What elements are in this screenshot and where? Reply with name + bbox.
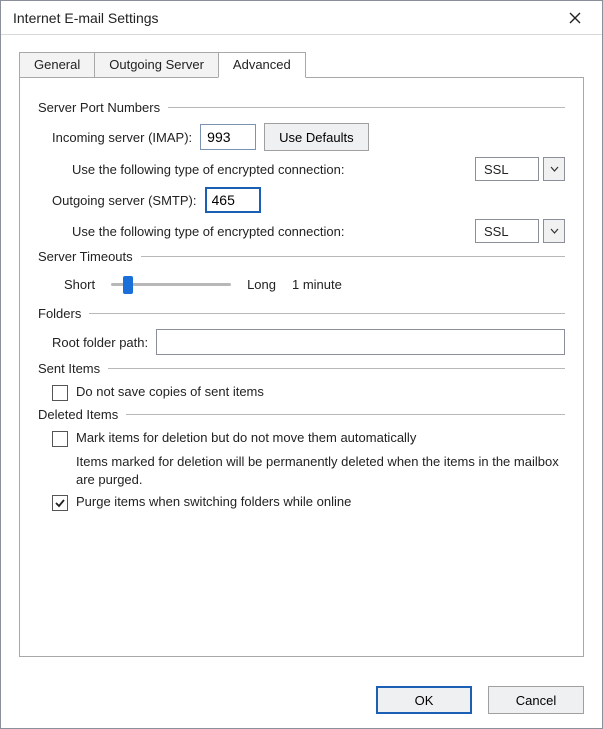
- tab-advanced[interactable]: Advanced: [218, 52, 306, 78]
- divider: [108, 368, 565, 369]
- outgoing-encryption-dropdown-button[interactable]: [543, 219, 565, 243]
- incoming-server-label: Incoming server (IMAP):: [52, 130, 192, 145]
- group-sent-items: Sent Items: [38, 361, 565, 376]
- timeout-short-label: Short: [64, 277, 95, 292]
- ok-button[interactable]: OK: [376, 686, 472, 714]
- group-server-port-numbers: Server Port Numbers: [38, 100, 565, 115]
- outgoing-encryption-select[interactable]: SSL: [475, 219, 565, 243]
- incoming-encryption-row: Use the following type of encrypted conn…: [72, 157, 565, 181]
- tab-general[interactable]: General: [19, 52, 95, 77]
- mark-for-deletion-row: Mark items for deletion but do not move …: [52, 430, 565, 447]
- window-title: Internet E-mail Settings: [13, 10, 159, 26]
- cancel-button[interactable]: Cancel: [488, 686, 584, 714]
- group-label: Folders: [38, 306, 89, 321]
- group-server-timeouts: Server Timeouts: [38, 249, 565, 264]
- tab-panel-advanced: Server Port Numbers Incoming server (IMA…: [19, 77, 584, 657]
- timeout-slider[interactable]: [111, 272, 231, 296]
- do-not-save-row: Do not save copies of sent items: [52, 384, 565, 401]
- group-label: Sent Items: [38, 361, 108, 376]
- do-not-save-checkbox[interactable]: [52, 385, 68, 401]
- check-icon: [54, 497, 66, 509]
- tab-outgoing-server[interactable]: Outgoing Server: [94, 52, 219, 77]
- group-label: Server Timeouts: [38, 249, 141, 264]
- incoming-port-input[interactable]: [200, 124, 256, 150]
- encryption-label: Use the following type of encrypted conn…: [72, 224, 344, 239]
- incoming-encryption-dropdown-button[interactable]: [543, 157, 565, 181]
- group-deleted-items: Deleted Items: [38, 407, 565, 422]
- outgoing-server-row: Outgoing server (SMTP):: [52, 187, 565, 213]
- close-icon: [569, 12, 581, 24]
- root-folder-row: Root folder path:: [52, 329, 565, 355]
- content-area: General Outgoing Server Advanced Server …: [1, 35, 602, 676]
- root-folder-label: Root folder path:: [52, 335, 148, 350]
- chevron-down-icon: [550, 228, 559, 234]
- incoming-server-row: Incoming server (IMAP): Use Defaults: [52, 123, 565, 151]
- divider: [89, 313, 565, 314]
- purge-row: Purge items when switching folders while…: [52, 494, 565, 511]
- outgoing-port-input[interactable]: [205, 187, 261, 213]
- outgoing-server-label: Outgoing server (SMTP):: [52, 193, 197, 208]
- timeout-value: 1 minute: [292, 277, 342, 292]
- deletion-info-text: Items marked for deletion will be perman…: [76, 453, 565, 488]
- close-button[interactable]: [558, 4, 592, 32]
- timeout-long-label: Long: [247, 277, 276, 292]
- mark-for-deletion-checkbox[interactable]: [52, 431, 68, 447]
- incoming-encryption-select[interactable]: SSL: [475, 157, 565, 181]
- use-defaults-button[interactable]: Use Defaults: [264, 123, 368, 151]
- divider: [141, 256, 565, 257]
- outgoing-encryption-value: SSL: [475, 219, 539, 243]
- group-label: Deleted Items: [38, 407, 126, 422]
- do-not-save-label: Do not save copies of sent items: [76, 384, 264, 399]
- timeout-slider-row: Short Long 1 minute: [64, 272, 565, 296]
- incoming-encryption-value: SSL: [475, 157, 539, 181]
- tab-strip: General Outgoing Server Advanced: [19, 49, 584, 77]
- purge-checkbox[interactable]: [52, 495, 68, 511]
- titlebar: Internet E-mail Settings: [1, 1, 602, 35]
- slider-thumb[interactable]: [123, 276, 133, 294]
- outgoing-encryption-row: Use the following type of encrypted conn…: [72, 219, 565, 243]
- encryption-label: Use the following type of encrypted conn…: [72, 162, 344, 177]
- dialog-buttons: OK Cancel: [1, 676, 602, 728]
- group-label: Server Port Numbers: [38, 100, 168, 115]
- mark-for-deletion-label: Mark items for deletion but do not move …: [76, 430, 416, 445]
- root-folder-input[interactable]: [156, 329, 565, 355]
- divider: [168, 107, 565, 108]
- chevron-down-icon: [550, 166, 559, 172]
- dialog-window: Internet E-mail Settings General Outgoin…: [0, 0, 603, 729]
- purge-label: Purge items when switching folders while…: [76, 494, 351, 509]
- group-folders: Folders: [38, 306, 565, 321]
- divider: [126, 414, 565, 415]
